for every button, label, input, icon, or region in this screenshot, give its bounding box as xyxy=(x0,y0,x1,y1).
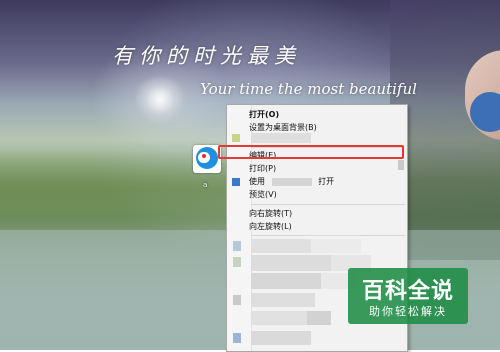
menu-item-open-with-label: 使用 xyxy=(249,177,265,186)
blurred-app-name xyxy=(271,177,312,186)
blurred-icon xyxy=(233,333,241,343)
menu-item-rotate-right[interactable]: 向右旋转(T) xyxy=(249,207,292,220)
menu-separator xyxy=(251,204,405,205)
blurred-menu-item xyxy=(307,311,331,325)
blurred-menu-item[interactable] xyxy=(251,293,315,307)
menu-separator xyxy=(251,235,405,236)
watermark-subtitle: 助你轻松解决 xyxy=(369,305,447,318)
edit-highlight-annotation xyxy=(218,145,404,159)
blurred-icon xyxy=(233,295,241,305)
blurred-menu-item[interactable] xyxy=(251,311,307,325)
menu-item-open[interactable]: 打开(O) xyxy=(249,108,279,121)
blurred-menu-item[interactable] xyxy=(251,273,321,289)
menu-item-preview[interactable]: 预览(V) xyxy=(249,188,277,201)
wallpaper-title-en: Your time the most beautiful xyxy=(200,80,417,98)
desktop-icon-label[interactable]: a xyxy=(203,181,207,189)
blurred-menu-item[interactable] xyxy=(251,133,311,143)
menu-item-print[interactable]: 打印(P) xyxy=(249,162,276,175)
blurred-menu-item[interactable] xyxy=(251,255,331,271)
doraemon-nose xyxy=(202,154,206,158)
blurred-icon xyxy=(233,241,241,251)
menu-item-rotate-left[interactable]: 向左旋转(L) xyxy=(249,220,292,233)
menu-scroll-thumb[interactable] xyxy=(398,160,404,170)
app-icon xyxy=(232,178,240,186)
doraemon-image-file-icon[interactable] xyxy=(193,145,221,173)
blurred-icon xyxy=(232,134,240,142)
wallpaper-title-cn: 有你的时光最美 xyxy=(112,44,301,68)
menu-item-open-with[interactable]: 使用 打开 xyxy=(249,175,334,188)
wallpaper-lens-flare xyxy=(135,75,185,125)
blurred-menu-item[interactable] xyxy=(251,331,311,345)
blurred-icon xyxy=(233,257,241,267)
watermark-title: 百科全说 xyxy=(361,279,454,304)
menu-item-open-with-suffix: 打开 xyxy=(318,177,335,186)
blurred-menu-item xyxy=(311,239,361,253)
watermark-badge: 百科全说 助你轻松解决 xyxy=(348,268,468,324)
blurred-menu-item[interactable] xyxy=(251,239,311,253)
